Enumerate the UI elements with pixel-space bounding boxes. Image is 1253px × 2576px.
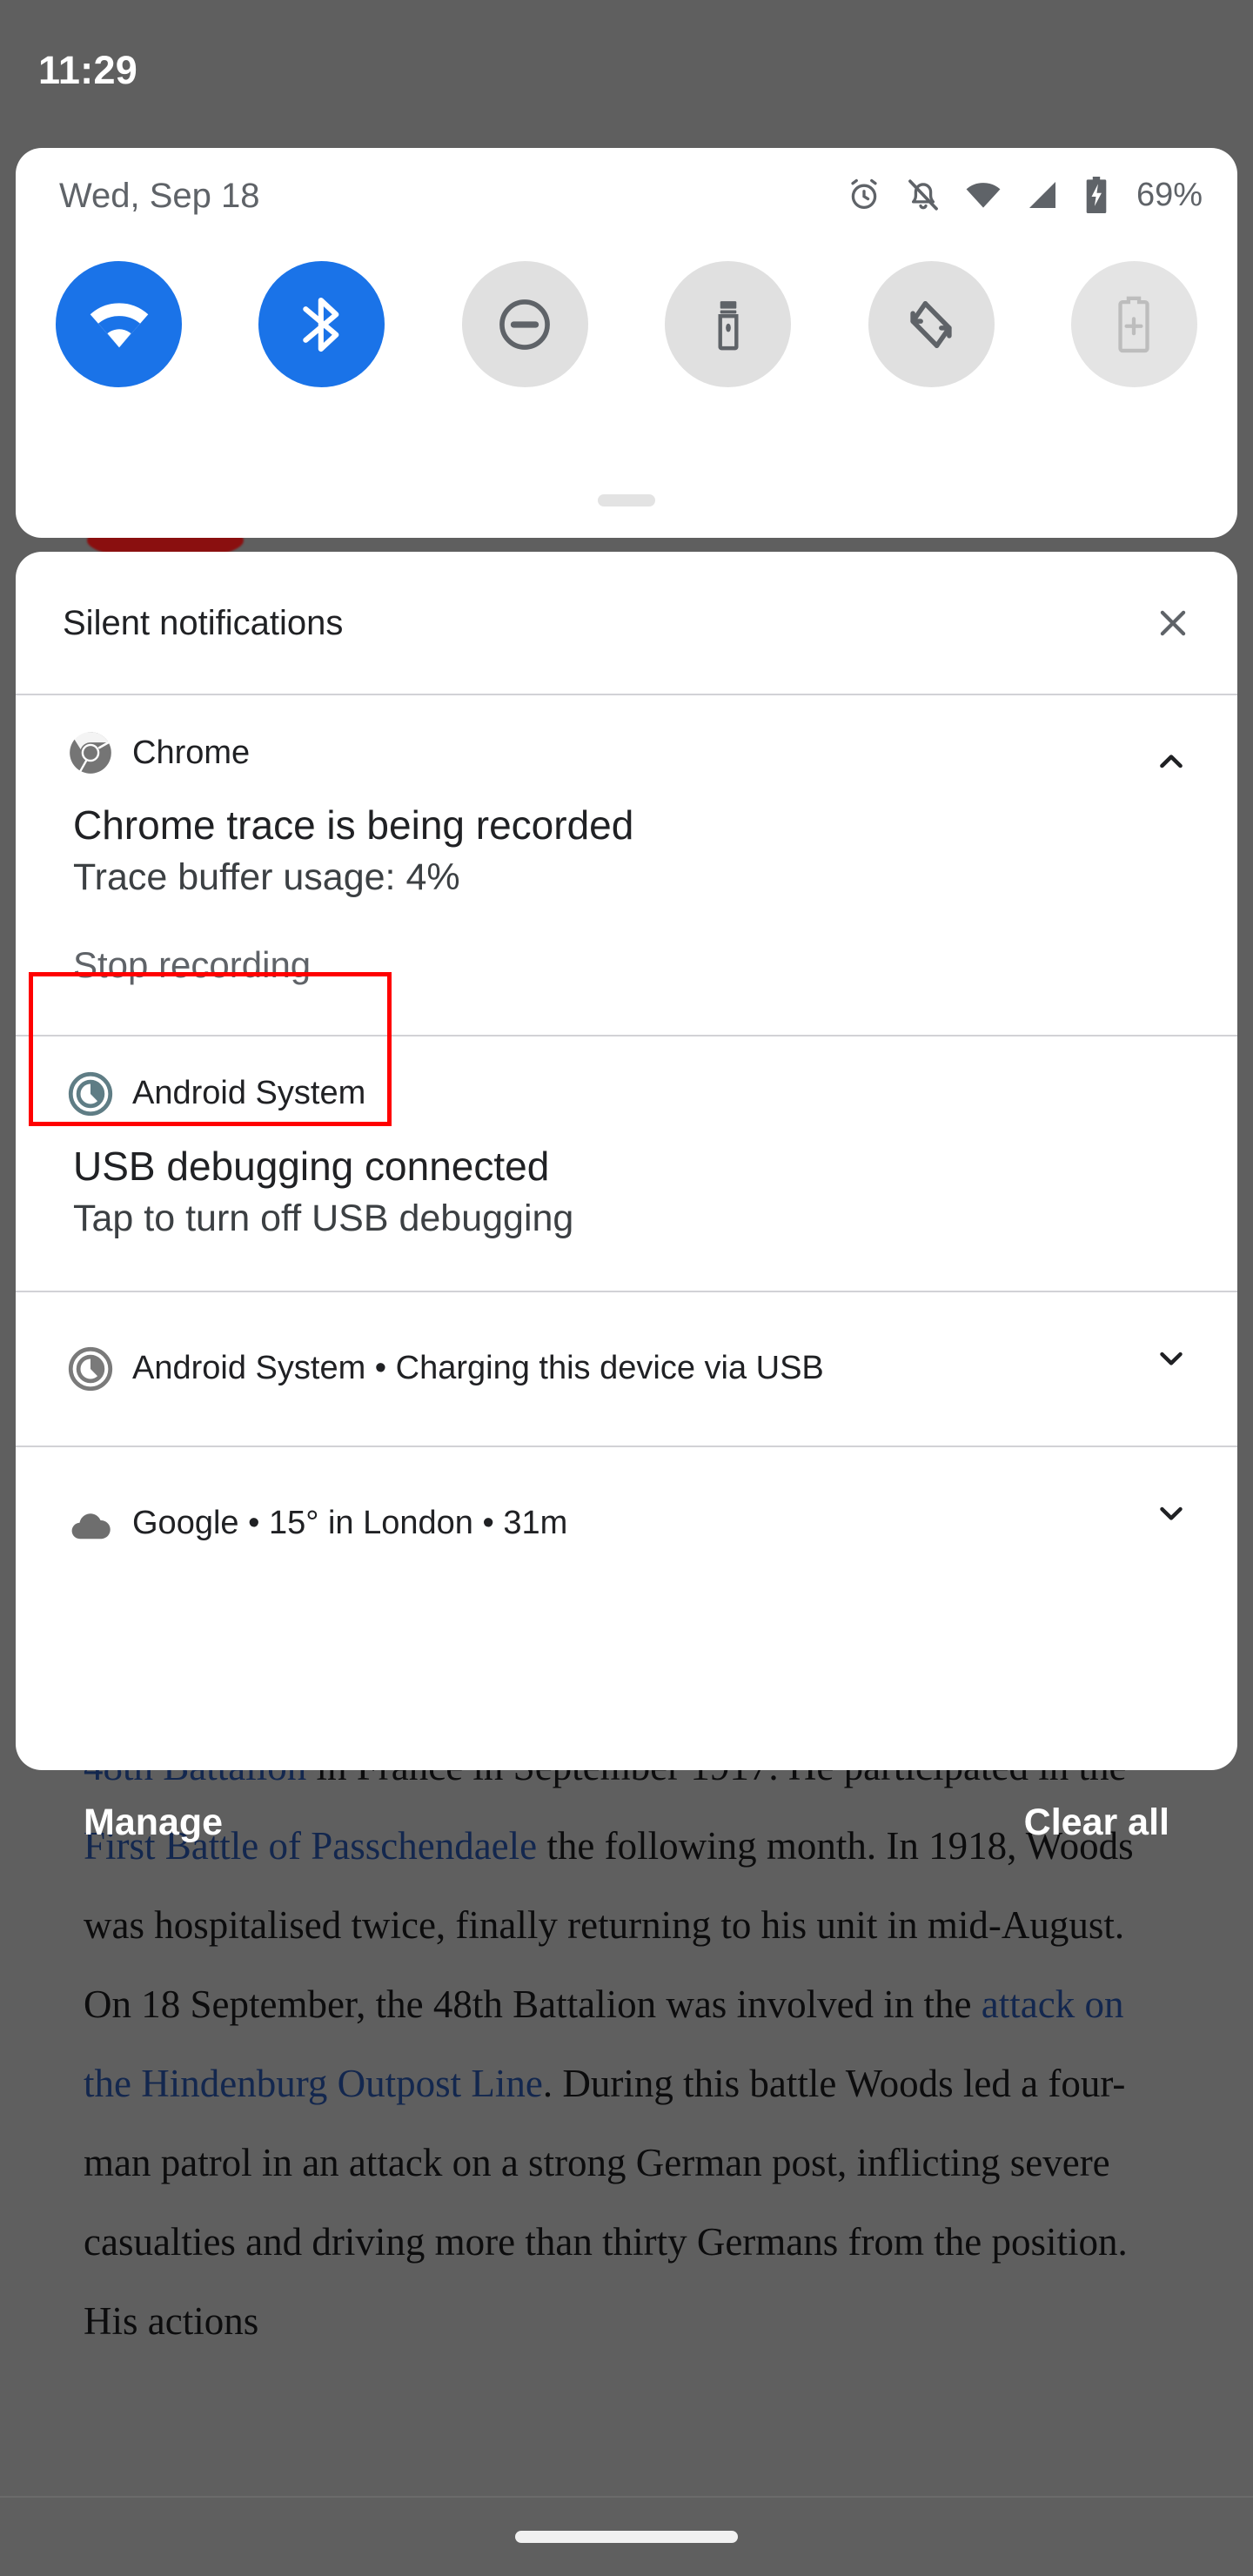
close-icon[interactable]: [1149, 599, 1197, 647]
silent-notifications-header: Silent notifications: [16, 552, 1237, 694]
notification-actions: Stop recording: [16, 901, 1237, 1035]
battery-percent-label: 69%: [1136, 176, 1203, 213]
stop-recording-button[interactable]: Stop recording: [73, 925, 311, 1005]
cloud-weather-icon: [68, 1501, 113, 1546]
tile-bluetooth[interactable]: [258, 261, 385, 387]
notification-summary: Google • 15° in London • 31m: [132, 1505, 568, 1542]
wifi-icon: [87, 292, 151, 357]
notification-text: Trace buffer usage: 4%: [73, 856, 460, 899]
notification-chrome[interactable]: Chrome Chrome trace is being recorded Tr…: [16, 695, 1237, 1035]
chevron-down-icon[interactable]: [1150, 1493, 1192, 1534]
chevron-down-icon[interactable]: [1150, 1338, 1192, 1379]
android-system-icon: [68, 1071, 113, 1117]
notification-app-name: Android System: [132, 1075, 366, 1112]
home-gesture-pill[interactable]: [515, 2531, 738, 2543]
notification-shade: Silent notifications Chrome Chrome trace…: [16, 552, 1237, 1770]
tile-flashlight[interactable]: [665, 261, 792, 387]
bluetooth-icon: [291, 294, 352, 355]
wifi-icon: [964, 176, 1002, 214]
alarm-icon: [846, 177, 882, 213]
tile-dnd[interactable]: [461, 261, 588, 387]
quick-settings-date: Wed, Sep 18: [59, 177, 260, 215]
quick-settings-drag-handle[interactable]: [598, 494, 655, 506]
clear-all-button[interactable]: Clear all: [1024, 1801, 1169, 1844]
notification-usb-debugging[interactable]: Android System USB debugging connected T…: [16, 1036, 1237, 1291]
notification-app-name: Chrome: [132, 734, 251, 771]
notification-header: Chrome: [16, 695, 1237, 775]
status-bar-clock: 11:29: [38, 48, 138, 92]
auto-rotate-icon: [902, 296, 960, 353]
quick-settings-panel[interactable]: Wed, Sep 18 69%: [16, 148, 1237, 538]
quick-settings-header: Wed, Sep 18 69%: [16, 148, 1237, 244]
notification-text: Tap to turn off USB debugging: [73, 1197, 574, 1240]
navigation-bar: [0, 2496, 1253, 2576]
notification-title: Chrome trace is being recorded: [73, 802, 634, 848]
quick-settings-status-icons: 69%: [846, 176, 1203, 214]
android-system-icon: [68, 1346, 113, 1392]
notification-weather-collapsed[interactable]: Google • 15° in London • 31m: [16, 1447, 1237, 1600]
flashlight-icon: [701, 298, 755, 352]
tile-battery-saver[interactable]: [1070, 261, 1197, 387]
notifications-off-icon: [905, 177, 941, 213]
silent-notifications-title: Silent notifications: [63, 604, 344, 642]
quick-settings-tiles: [16, 261, 1237, 387]
notification-summary: Android System • Charging this device vi…: [132, 1350, 824, 1387]
do-not-disturb-icon: [495, 295, 554, 354]
battery-charging-icon: [1082, 177, 1110, 213]
notification-charging-collapsed[interactable]: Android System • Charging this device vi…: [16, 1292, 1237, 1446]
notification-header: Android System: [16, 1036, 1237, 1117]
notification-shade-footer: Manage Clear all: [0, 1801, 1253, 1880]
battery-saver-icon: [1111, 296, 1156, 353]
tile-auto-rotate[interactable]: [868, 261, 995, 387]
system-status-bar: 11:29: [0, 0, 1253, 139]
manage-button[interactable]: Manage: [84, 1801, 223, 1844]
tile-wifi[interactable]: [56, 261, 182, 387]
chrome-icon: [68, 730, 113, 775]
chevron-up-icon[interactable]: [1150, 741, 1192, 782]
cellular-signal-icon: [1025, 178, 1060, 212]
notification-title: USB debugging connected: [73, 1143, 550, 1189]
